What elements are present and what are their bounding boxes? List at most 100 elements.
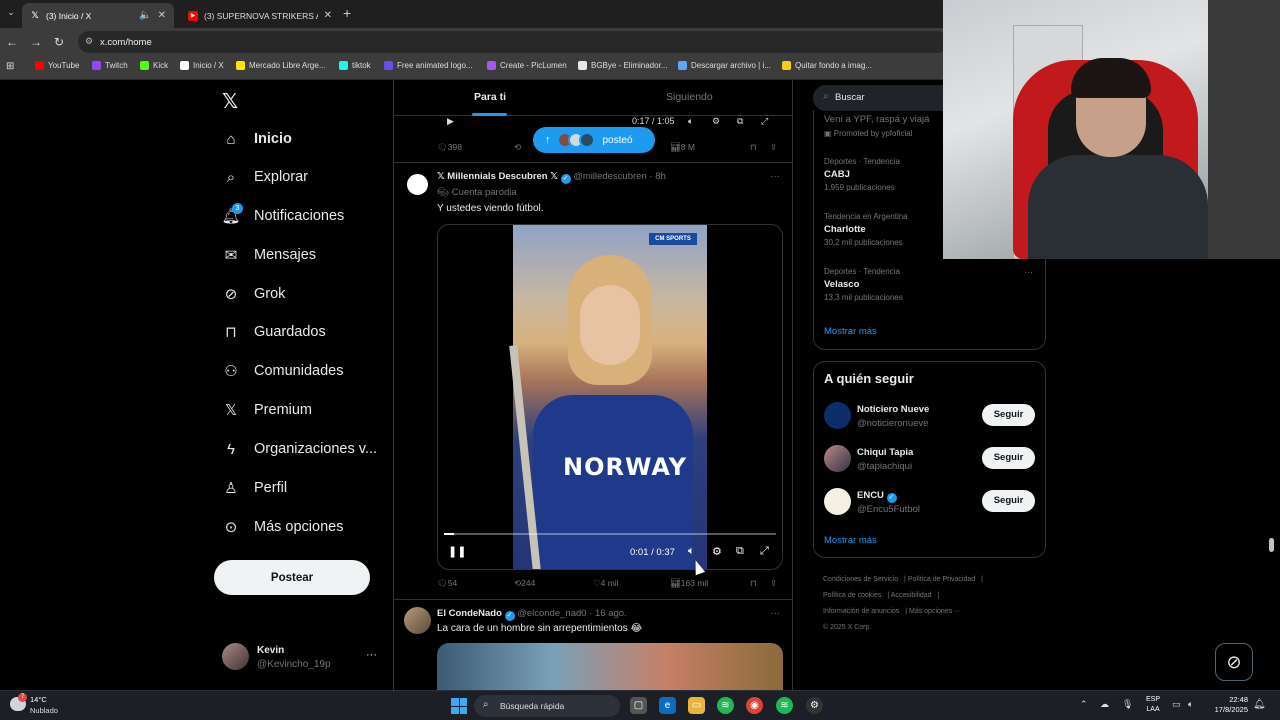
share-button[interactable]: ⇪ [770, 142, 777, 153]
app-icon[interactable]: ⚙ [806, 697, 823, 714]
grok-button[interactable]: ⊘ [1215, 643, 1253, 681]
file-explorer-icon[interactable]: ▭ [688, 697, 705, 714]
bookmark-piclumen[interactable]: Create - PicLumen [487, 61, 567, 70]
promo-text[interactable]: Vení a YPF, raspá y viajá [824, 114, 929, 125]
post-button[interactable]: Postear [214, 560, 370, 595]
like-button[interactable]: ♡ 4 mil [593, 578, 619, 589]
accessibility-link[interactable]: Accesibilidad [891, 592, 932, 599]
tray-app-icon[interactable]: ☁ [1100, 699, 1109, 710]
tab-mute-icon[interactable]: 🔈 [139, 10, 151, 21]
show-more-trends-link[interactable]: Mostrar más [824, 326, 877, 337]
nav-item-explore[interactable]: ⌕ Explorar [222, 165, 308, 189]
bookmark-youtube[interactable]: YouTube [35, 61, 79, 70]
fullscreen-icon[interactable]: ⤢ [760, 545, 769, 558]
tab-youtube[interactable]: ▶ (3) SUPERNOVA STRIKERS AMI ✕ [180, 3, 340, 28]
bookmark-x[interactable]: Inicio / X [180, 61, 224, 70]
task-view-icon[interactable]: ▢ [630, 697, 647, 714]
cookies-link[interactable]: Política de cookies [823, 592, 881, 599]
weather-temp[interactable]: 14°C [30, 695, 47, 704]
nav-item-profile[interactable]: ♙ Perfil [222, 476, 287, 500]
video-progress-bar[interactable] [444, 533, 776, 535]
author-name[interactable]: 𝕏 Millennials Descubren 𝕏 [437, 171, 558, 182]
reload-icon[interactable]: ↻ [54, 35, 64, 49]
bookmark-mercadolibre[interactable]: Mercado Libre Arge... [236, 61, 325, 70]
avatar[interactable] [404, 607, 431, 634]
url-bar[interactable]: ⚙ x.com/home [78, 31, 948, 53]
author-name[interactable]: El CondeNado [437, 608, 502, 619]
tab-close-icon[interactable]: ✕ [158, 10, 166, 21]
notification-bell-icon[interactable]: 🔔︎ [1253, 699, 1266, 710]
play-icon[interactable]: ▶ [447, 116, 454, 127]
settings-icon[interactable]: ⚙ [712, 545, 722, 558]
url-text[interactable]: x.com/home [100, 37, 152, 48]
more-dots-icon[interactable]: ··· [366, 649, 377, 661]
reply-button[interactable]: 🗨︎ 398 [437, 142, 462, 153]
scrollbar-thumb[interactable] [1269, 538, 1274, 552]
nav-item-communities[interactable]: ⚇ Comunidades [222, 359, 343, 383]
more-dots-icon[interactable]: ··· [770, 608, 780, 619]
new-tab-icon[interactable]: + [343, 5, 351, 21]
show-more-follow-link[interactable]: Mostrar más [824, 535, 877, 546]
bookmark-descargar[interactable]: Descargar archivo | i... [678, 61, 771, 70]
more-dots-icon[interactable]: ··· [1024, 267, 1033, 277]
bookmark-tiktok[interactable]: tiktok [339, 61, 371, 70]
bookmark-animated-logo[interactable]: Free animated logo... [384, 61, 473, 70]
views-button[interactable]: 📊︎ 163 mil [670, 578, 708, 589]
author-handle[interactable]: @milledescubren [573, 171, 647, 182]
spotify-icon[interactable]: ≋ [776, 697, 793, 714]
language-indicator[interactable]: ESP LAA [1146, 695, 1160, 715]
follow-suggestion[interactable]: Chiqui Tapia @tapiachiqui Seguir [824, 445, 1039, 475]
nav-item-grok[interactable]: ⊘ Grok [222, 282, 286, 306]
nav-item-bookmarks[interactable]: ⊓ Guardados [222, 320, 326, 344]
taskbar-search[interactable]: ⌕ Búsqueda rápida [474, 695, 620, 717]
bookmark-twitch[interactable]: Twitch [92, 61, 128, 70]
x-logo-icon[interactable]: 𝕏 [222, 89, 238, 114]
clock[interactable]: 22:48 17/8/2025 [1208, 695, 1248, 715]
spotify-icon[interactable]: ≋ [717, 697, 734, 714]
bookmark-button[interactable]: ⊓ [750, 142, 757, 153]
volume-icon[interactable]: 🔈︎ [1188, 699, 1193, 710]
terms-link[interactable]: Condiciones de Servicio [823, 576, 898, 583]
follow-suggestion[interactable]: Noticiero Nueve @noticieronueve Seguir [824, 402, 1039, 432]
tweet-media[interactable] [437, 643, 783, 690]
repost-button[interactable]: ⟲ 244 [514, 578, 535, 589]
bookmark-bgbye[interactable]: BGBye - Eliminador... [578, 61, 667, 70]
tab-for-you[interactable]: Para ti [474, 91, 506, 103]
apps-grid-icon[interactable]: ⊞ [6, 61, 14, 72]
bookmark-kick[interactable]: Kick [140, 61, 168, 70]
privacy-link[interactable]: Política de Privacidad [908, 576, 975, 583]
site-info-icon[interactable]: ⚙ [85, 36, 93, 47]
tweet-time[interactable]: 16 ago. [595, 608, 627, 619]
views-button[interactable]: 📊︎ 8 M [670, 142, 695, 153]
windows-start-icon[interactable] [451, 698, 467, 714]
tab-x-home[interactable]: 𝕏 (3) Inicio / X 🔈 ✕ [22, 3, 174, 28]
more-dots-icon[interactable]: ··· [770, 171, 780, 182]
microphone-icon[interactable]: 🎙︎ [1122, 699, 1133, 710]
back-arrow-icon[interactable]: ← [6, 35, 18, 49]
chevron-up-icon[interactable]: ⌃ [1080, 699, 1088, 710]
chrome-icon[interactable]: ◉ [746, 697, 763, 714]
nav-item-more[interactable]: ⊙ Más opciones [222, 515, 344, 539]
follow-button[interactable]: Seguir [982, 404, 1035, 426]
pause-icon[interactable]: ❚❚ [448, 545, 466, 558]
nav-item-notifications[interactable]: 🔔︎ 3 Notificaciones [221, 203, 344, 228]
edge-icon[interactable]: e [659, 697, 676, 714]
repost-button[interactable]: ⟲ [514, 142, 521, 153]
account-switcher[interactable]: Kevin @Kevincho_19p ··· [222, 643, 382, 673]
tweet-time[interactable]: 8h [655, 171, 666, 182]
weather-desc[interactable]: Nublado [30, 706, 58, 715]
new-posts-pill[interactable]: ↑ posteó [533, 127, 655, 153]
tweet-video[interactable]: NORWAY CM SPORTS ❚❚ 0:01 / 0:37 🔈︎ ⚙ ⧉ ⤢ [437, 224, 783, 570]
nav-item-premium[interactable]: 𝕏 Premium [222, 398, 312, 422]
more-options-link[interactable]: Más opciones ··· [909, 608, 961, 615]
avatar[interactable] [404, 171, 431, 198]
bookmark-quitar-fondo[interactable]: Quitar fondo a imag... [782, 61, 872, 70]
search-input[interactable]: ⌕ Buscar [813, 85, 945, 111]
trend-item[interactable]: Deportes · Tendencia Velasco 13,3 mil pu… [824, 267, 1034, 302]
forward-arrow-icon[interactable]: → [30, 35, 42, 49]
ads-info-link[interactable]: Información de anuncios [823, 608, 899, 615]
follow-suggestion[interactable]: ENCU ✓ @Encu5Futbol Seguir [824, 488, 1039, 518]
follow-button[interactable]: Seguir [982, 490, 1035, 512]
nav-item-home[interactable]: ⌂ Inicio [222, 127, 291, 151]
follow-button[interactable]: Seguir [982, 447, 1035, 469]
